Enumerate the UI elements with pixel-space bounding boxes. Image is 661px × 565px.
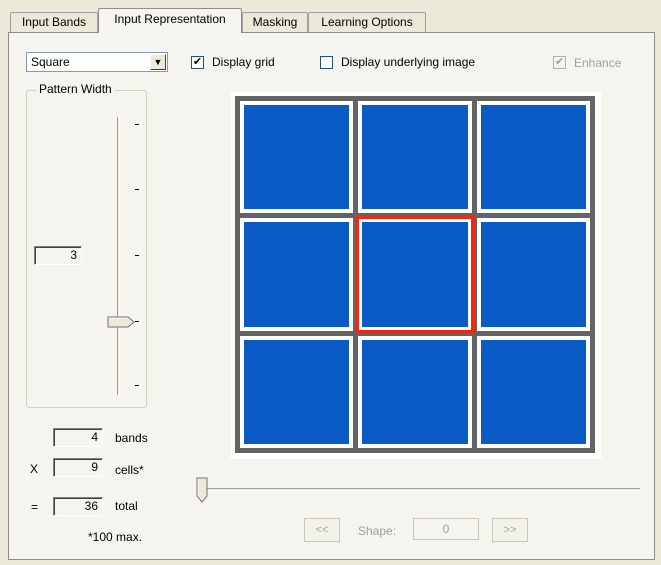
- cells-count-value: 9: [91, 460, 98, 474]
- equals-sign: =: [31, 500, 39, 514]
- previous-shape-button[interactable]: <<: [304, 518, 340, 542]
- bands-label: bands: [115, 431, 148, 445]
- bands-count-value: 4: [91, 430, 98, 444]
- grid-cell[interactable]: [476, 101, 590, 214]
- shape-label: Shape:: [358, 524, 397, 538]
- pattern-width-title: Pattern Width: [36, 82, 115, 96]
- tab-learning-options[interactable]: Learning Options: [308, 12, 426, 32]
- tab-input-representation[interactable]: Input Representation: [98, 8, 242, 33]
- display-grid-label: Display grid: [212, 55, 275, 69]
- cells-label: cells*: [115, 463, 144, 477]
- grid-cell[interactable]: [358, 335, 472, 448]
- shape-slider-track[interactable]: [202, 488, 640, 491]
- display-underlying-image-label: Display underlying image: [341, 55, 476, 69]
- times-sign: X: [30, 462, 39, 476]
- next-shape-button[interactable]: >>: [492, 518, 528, 542]
- grid-cell-fill: [244, 105, 350, 210]
- pattern-grid: [235, 96, 595, 453]
- grid-cell[interactable]: [240, 218, 354, 331]
- total-count-value: 36: [84, 499, 98, 513]
- pattern-width-value: 3: [34, 246, 82, 265]
- shape-value-field[interactable]: 0: [413, 518, 479, 540]
- grid-cell[interactable]: [476, 335, 590, 448]
- display-underlying-image-checkbox[interactable]: [320, 56, 333, 69]
- grid-cell[interactable]: [240, 335, 354, 448]
- grid-cell-fill: [480, 339, 586, 444]
- grid-cell[interactable]: [476, 218, 590, 331]
- total-count: 36: [53, 497, 103, 516]
- total-label: total: [115, 499, 138, 513]
- slider-tick: [135, 124, 139, 125]
- shape-value: 0: [442, 522, 450, 536]
- enhance-label: Enhance: [574, 56, 622, 70]
- selected-cell-highlight: [355, 215, 475, 334]
- grid-cell-fill: [362, 339, 468, 444]
- grid-cell-fill: [362, 105, 468, 210]
- pattern-width-number: 3: [70, 248, 77, 262]
- tab-masking[interactable]: Masking: [242, 12, 308, 32]
- display-grid-checkbox[interactable]: ✔: [191, 56, 204, 69]
- grid-cell[interactable]: [240, 101, 354, 214]
- pattern-shape-value: Square: [31, 55, 70, 69]
- grid-cell[interactable]: [358, 101, 472, 214]
- grid-cell-fill: [244, 222, 350, 327]
- enhance-checkbox[interactable]: ✔: [553, 56, 566, 69]
- slider-tick: [135, 321, 139, 322]
- grid-cell-fill: [480, 222, 586, 327]
- pattern-width-slider-track[interactable]: [117, 117, 120, 395]
- bands-count: 4: [53, 428, 103, 447]
- slider-tick: [135, 255, 139, 256]
- tab-input-bands[interactable]: Input Bands: [10, 12, 98, 32]
- previous-shape-label: <<: [315, 524, 329, 536]
- shape-slider-thumb[interactable]: [196, 477, 208, 503]
- grid-cell-fill: [480, 105, 586, 210]
- max-footnote: *100 max.: [88, 530, 143, 544]
- cells-count: 9: [53, 458, 103, 477]
- pattern-grid-canvas[interactable]: [231, 92, 601, 459]
- pattern-width-slider-thumb[interactable]: [107, 316, 135, 328]
- chevron-down-icon[interactable]: ▼: [150, 54, 166, 70]
- grid-cell-fill: [244, 339, 350, 444]
- slider-tick: [135, 385, 139, 386]
- next-shape-label: >>: [503, 524, 517, 536]
- pattern-shape-select[interactable]: Square ▼: [26, 52, 168, 72]
- slider-tick: [135, 189, 139, 190]
